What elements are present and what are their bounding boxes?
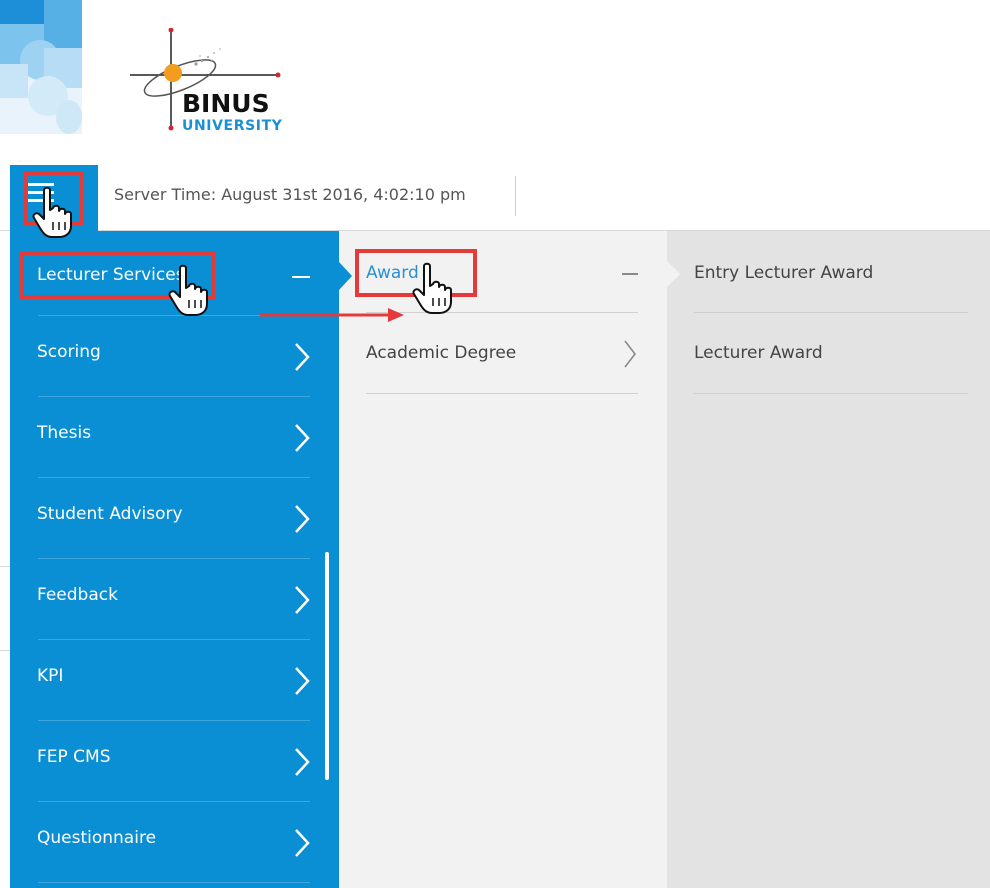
chevron-right-icon (295, 667, 310, 695)
hand-pointer-icon (32, 186, 72, 238)
minus-icon (622, 273, 638, 275)
hand-pointer-icon (168, 264, 208, 316)
chevron-right-icon (624, 340, 637, 368)
submenu-item-label: Entry Lecturer Award (694, 263, 874, 283)
menu-divider (38, 720, 310, 721)
menu-item-thesis[interactable]: Thesis (10, 397, 339, 478)
menu-item-label: Student Advisory (37, 504, 183, 524)
menu-item-kpi[interactable]: KPI (10, 640, 339, 721)
server-time: Server Time: August 31st 2016, 4:02:10 p… (114, 185, 466, 204)
menu-item-label: FEP CMS (37, 747, 111, 767)
hand-pointer-icon (412, 262, 452, 314)
submenu-divider (694, 393, 968, 394)
chevron-right-icon (295, 586, 310, 614)
submenu-item-entry-lecturer-award[interactable]: Entry Lecturer Award (667, 234, 990, 312)
menu-item-label: KPI (37, 666, 64, 686)
submenu-divider (694, 312, 968, 313)
chevron-right-icon (295, 505, 310, 533)
chevron-right-icon (295, 748, 310, 776)
menu-item-label: Feedback (37, 585, 118, 605)
menu-item-student-advisory[interactable]: Student Advisory (10, 478, 339, 559)
menu-item-fep-cms[interactable]: FEP CMS (10, 721, 339, 802)
menu-item-label: Scoring (37, 342, 101, 362)
submenu-item-label: Academic Degree (366, 343, 517, 363)
menu-divider (38, 477, 310, 478)
menu-item-label: Questionnaire (37, 828, 157, 848)
submenu-item-label: Lecturer Award (694, 343, 823, 363)
decorative-pattern (0, 0, 82, 134)
submenu-divider (366, 393, 638, 394)
minus-icon (292, 276, 310, 278)
submenu-item-academic-degree[interactable]: Academic Degree (339, 313, 667, 393)
logo-title: BINUS (182, 89, 270, 118)
menu-item-scoring[interactable]: Scoring (10, 316, 339, 397)
chevron-right-icon (295, 343, 310, 371)
menu-scrollbar[interactable] (325, 552, 329, 780)
menu-divider (38, 801, 310, 802)
menu-item-feedback[interactable]: Feedback (10, 559, 339, 640)
chevron-right-icon (295, 424, 310, 452)
menu-item-questionnaire[interactable]: Questionnaire (10, 802, 339, 883)
menu-item-label: Thesis (37, 423, 92, 443)
binus-logo[interactable]: BINUS UNIVERSITY (128, 28, 308, 138)
logo-subtitle: UNIVERSITY (182, 118, 283, 134)
menu-divider (38, 558, 310, 559)
menu-divider (38, 882, 310, 883)
menu-divider (38, 639, 310, 640)
arrow-right-icon (260, 308, 404, 322)
menu-divider (38, 396, 310, 397)
submenu-item-lecturer-award[interactable]: Lecturer Award (667, 313, 990, 393)
header-separator (515, 176, 516, 216)
chevron-right-icon (295, 829, 310, 857)
